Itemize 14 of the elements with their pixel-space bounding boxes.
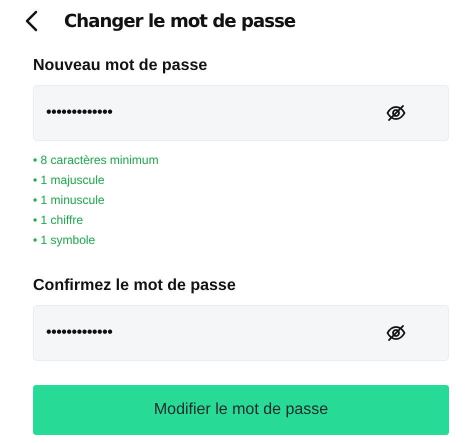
requirement-text: • 1 minuscule <box>33 192 106 208</box>
back-button[interactable] <box>24 10 38 32</box>
password-field[interactable]: ••••••••••••• <box>33 85 449 141</box>
eye-slash-icon[interactable] <box>386 105 406 121</box>
field-label: Nouveau mot de passe <box>33 57 208 76</box>
password-field[interactable]: ••••••••••••• <box>33 305 449 361</box>
requirement-text: • 1 majuscule <box>33 172 106 188</box>
requirement-text: • 1 chiffre <box>33 212 84 228</box>
requirement-text: • 8 caractères minimum <box>33 152 160 168</box>
eye-slash-icon[interactable] <box>386 325 406 341</box>
page-title: Changer le mot de passe <box>64 10 296 32</box>
field-label: Confirmez le mot de passe <box>33 277 237 296</box>
submit-button[interactable]: Modifier le mot de passe <box>33 385 449 435</box>
requirement-text: • 1 symbole <box>33 232 96 248</box>
